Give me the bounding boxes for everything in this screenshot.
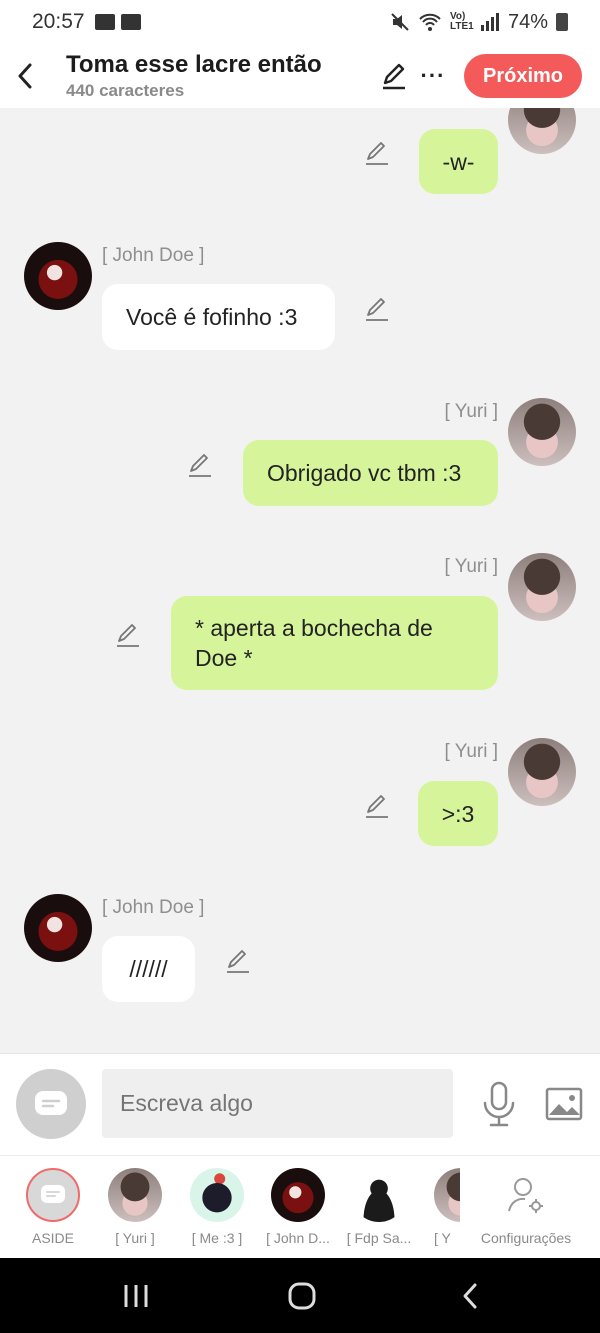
chat-area[interactable]: -w- [ John Doe ] Você é fofinho :3 [ Yur…: [0, 108, 600, 1053]
sender-name: [ Yuri ]: [444, 401, 498, 422]
settings-label: Configurações: [480, 1230, 572, 1246]
sender-name: [ John Doe ]: [102, 897, 205, 918]
character-aside[interactable]: ASIDE: [13, 1168, 93, 1246]
message-type-button[interactable]: [16, 1069, 86, 1139]
avatar-yuri[interactable]: [508, 398, 576, 466]
character-label: [ Yuri ]: [115, 1230, 155, 1246]
sender-name: [ John Doe ]: [102, 245, 205, 266]
back-arrow-icon: [463, 1283, 477, 1309]
avatar-john-doe[interactable]: [24, 242, 92, 310]
more-icon: ···: [420, 63, 446, 88]
user-gear-icon: [508, 1178, 543, 1213]
message-bubble[interactable]: Obrigado vc tbm :3: [243, 440, 498, 506]
title-block: Toma esse lacre então 440 caracteres: [50, 50, 374, 102]
message-bubble[interactable]: Você é fofinho :3: [102, 284, 335, 350]
voicemail-icon: [94, 14, 115, 30]
avatar-yuri[interactable]: [508, 738, 576, 806]
status-time: 20:57: [32, 10, 85, 33]
home-button[interactable]: [282, 1280, 322, 1312]
character-label: [ Me :3 ]: [191, 1230, 243, 1246]
wifi-icon: [419, 13, 441, 31]
battery-icon: [556, 13, 568, 31]
recent-apps-button[interactable]: [116, 1280, 156, 1312]
message-bubble[interactable]: //////: [102, 936, 195, 1002]
chat-bubble-icon: [35, 1091, 67, 1115]
avatar: [434, 1168, 460, 1222]
settings-icon-wrap: [499, 1168, 553, 1222]
message-bubble[interactable]: * aperta a bochecha de Doe *: [171, 596, 498, 690]
character-bar: ASIDE [ Yuri ] [ Me :3 ] [ John D... [ F…: [0, 1155, 600, 1258]
network-label: Vo) LTE1: [449, 11, 474, 32]
avatar-john-doe[interactable]: [24, 894, 92, 962]
chat-header: Toma esse lacre então 440 caracteres ···…: [0, 44, 600, 108]
chevron-left-icon: [18, 63, 32, 89]
character-label: [ Fdp Sa...: [346, 1230, 412, 1246]
gallery-notification-icon: [120, 14, 141, 30]
message-input[interactable]: [102, 1069, 453, 1138]
recents-icon: [124, 1285, 148, 1307]
message-bubble[interactable]: >:3: [418, 781, 498, 846]
image-icon: [545, 1087, 583, 1121]
avatar: [352, 1168, 406, 1222]
pencil-icon: [383, 63, 405, 90]
character-me[interactable]: [ Me :3 ]: [177, 1168, 257, 1246]
edit-title-button[interactable]: [374, 54, 414, 98]
signal-icon: [480, 13, 499, 31]
character-label: ASIDE: [31, 1230, 74, 1246]
microphone-button[interactable]: [480, 1081, 518, 1127]
next-button[interactable]: Próximo: [464, 54, 582, 98]
message-bubble[interactable]: -w-: [419, 129, 498, 194]
page-title: Toma esse lacre então: [66, 51, 322, 78]
more-options-button[interactable]: ···: [416, 54, 450, 98]
character-label: [ Y: [434, 1230, 451, 1246]
avatar-yuri[interactable]: [508, 108, 576, 154]
mute-icon: [391, 13, 409, 31]
edit-message-icon[interactable]: [115, 622, 141, 648]
back-button[interactable]: [0, 44, 50, 108]
aside-avatar: [26, 1168, 80, 1222]
character-label: [ John D...: [266, 1230, 330, 1246]
settings-button[interactable]: Configurações: [476, 1168, 576, 1246]
character-john-doe[interactable]: [ John D...: [258, 1168, 338, 1246]
avatar: [271, 1168, 325, 1222]
character-count: 440 caracteres: [66, 81, 185, 100]
edit-message-icon[interactable]: [364, 140, 390, 166]
avatar: [190, 1168, 244, 1222]
avatar: [108, 1168, 162, 1222]
system-nav-bar: [0, 1258, 600, 1333]
edit-message-icon[interactable]: [364, 793, 390, 819]
system-back-button[interactable]: [450, 1280, 490, 1312]
character-partial[interactable]: [ Y: [420, 1168, 460, 1246]
composer: [0, 1053, 600, 1155]
edit-message-icon[interactable]: [364, 296, 390, 322]
microphone-icon: [483, 1081, 515, 1127]
edit-message-icon[interactable]: [187, 452, 213, 478]
battery-percent: 74%: [507, 10, 548, 33]
status-bar: 20:57 Vo) LTE1 74%: [0, 0, 600, 44]
image-button[interactable]: [545, 1087, 583, 1121]
chat-bubble-icon: [41, 1185, 65, 1203]
avatar-yuri[interactable]: [508, 553, 576, 621]
sender-name: [ Yuri ]: [444, 741, 498, 762]
home-icon: [288, 1282, 316, 1310]
character-fdp[interactable]: [ Fdp Sa...: [339, 1168, 419, 1246]
character-yuri[interactable]: [ Yuri ]: [95, 1168, 175, 1246]
sender-name: [ Yuri ]: [444, 556, 498, 577]
edit-message-icon[interactable]: [225, 948, 251, 974]
